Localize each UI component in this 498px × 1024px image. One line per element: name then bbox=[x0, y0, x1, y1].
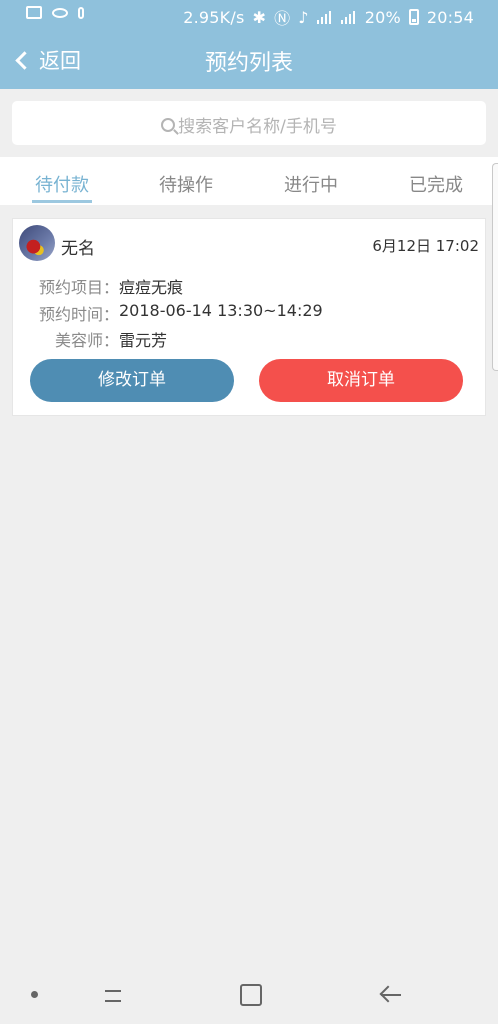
tab-pending-payment[interactable]: 待付款 bbox=[0, 171, 124, 197]
bluetooth-icon: ✱ bbox=[252, 7, 267, 27]
status-icons-right: 2.95K/s ✱ Ⓝ ♪ 20% 20:54 bbox=[183, 5, 474, 29]
app-header: 返回 预约列表 bbox=[0, 31, 498, 89]
search-icon bbox=[161, 117, 176, 132]
tab-pending-operation[interactable]: 待操作 bbox=[124, 171, 248, 197]
search-placeholder: 搜索客户名称/手机号 bbox=[178, 117, 337, 137]
beautician-label: 美容师： bbox=[54, 331, 119, 350]
signal-4g-icon bbox=[316, 10, 333, 24]
status-bar: 2.95K/s ✱ Ⓝ ♪ 20% 20:54 bbox=[0, 0, 498, 31]
signal-icon bbox=[340, 10, 357, 24]
search-input[interactable]: 搜索客户名称/手机号 bbox=[12, 101, 486, 145]
cancel-order-button[interactable]: 取消订单 bbox=[259, 359, 463, 402]
service-label: 预约项目： bbox=[38, 278, 119, 297]
service-value: 痘痘无痕 bbox=[119, 278, 184, 297]
battery-level: 20% bbox=[364, 7, 401, 27]
edit-order-button[interactable]: 修改订单 bbox=[30, 359, 234, 402]
order-card: 无名 6月12日 17:02 预约项目： 痘痘无痕 预约时间： 2018-06-… bbox=[12, 218, 486, 416]
clock: 20:54 bbox=[426, 7, 474, 27]
network-speed: 2.95K/s bbox=[183, 7, 245, 27]
dot-icon[interactable] bbox=[31, 991, 38, 998]
avatar bbox=[19, 225, 55, 261]
mute-icon: ♪ bbox=[298, 7, 309, 27]
status-icons-left bbox=[26, 6, 84, 19]
tab-completed[interactable]: 已完成 bbox=[374, 171, 498, 197]
system-nav-bar bbox=[0, 972, 498, 1024]
appointment-time-value: 2018-06-14 13:30~14:29 bbox=[119, 301, 323, 320]
scroll-indicator bbox=[492, 163, 498, 371]
tab-in-progress[interactable]: 进行中 bbox=[249, 171, 373, 197]
page-title: 预约列表 bbox=[204, 51, 293, 76]
home-icon[interactable] bbox=[240, 984, 262, 1006]
status-tabs: 待付款 待操作 进行中 已完成 bbox=[0, 157, 498, 205]
recents-icon[interactable] bbox=[101, 985, 123, 1007]
eye-icon bbox=[52, 7, 68, 18]
image-icon bbox=[26, 6, 42, 19]
beautician-value: 雷元芳 bbox=[119, 331, 168, 350]
order-created-time: 6月12日 17:02 bbox=[372, 237, 479, 255]
nfc-icon: Ⓝ bbox=[274, 9, 291, 28]
customer-name: 无名 bbox=[61, 239, 95, 259]
battery-icon bbox=[408, 9, 419, 25]
active-tab-indicator bbox=[32, 200, 92, 203]
appointment-time-label: 预约时间： bbox=[38, 305, 119, 324]
back-arrow-icon[interactable] bbox=[379, 984, 403, 1008]
mic-icon bbox=[78, 6, 84, 19]
